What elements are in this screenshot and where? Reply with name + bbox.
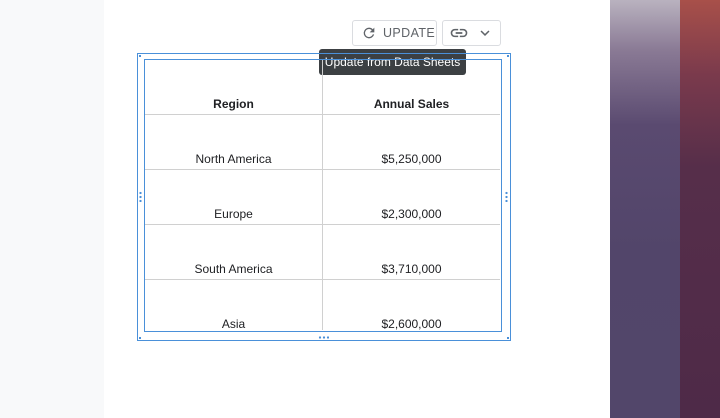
resize-handle-bottom-right[interactable] <box>507 337 509 339</box>
chevron-down-icon[interactable] <box>476 24 494 42</box>
update-button[interactable]: UPDATE <box>352 20 437 46</box>
table-cell-region[interactable]: South America <box>145 262 322 276</box>
link-options-button[interactable] <box>442 20 501 46</box>
table-cell-sales[interactable]: $2,600,000 <box>323 317 500 331</box>
row-divider <box>145 114 500 115</box>
link-icon <box>450 28 468 38</box>
refresh-icon <box>363 27 375 39</box>
row-divider <box>145 279 500 280</box>
table-cell-sales[interactable]: $2,300,000 <box>323 207 500 221</box>
resize-handle-right[interactable] <box>505 191 508 202</box>
table-cell-region[interactable]: North America <box>145 152 322 166</box>
resize-handle-bottom-left[interactable] <box>139 337 141 339</box>
row-divider <box>145 169 500 170</box>
table-cell-sales[interactable]: $5,250,000 <box>323 152 500 166</box>
background-panel <box>610 0 680 418</box>
column-header-annual-sales[interactable]: Annual Sales <box>323 97 500 111</box>
resize-handle-bottom[interactable] <box>318 336 329 339</box>
table-cell-sales[interactable]: $3,710,000 <box>323 262 500 276</box>
row-divider <box>145 224 500 225</box>
resize-handle-top-left[interactable] <box>139 55 141 57</box>
update-label: UPDATE <box>383 26 436 40</box>
table-cell-region[interactable]: Asia <box>145 317 322 331</box>
linked-table[interactable]: Region Annual Sales North America $5,250… <box>144 59 502 332</box>
background-panel-edge <box>680 0 720 418</box>
resize-handle-top-right[interactable] <box>507 55 509 57</box>
resize-handle-left[interactable] <box>139 191 142 202</box>
table-cell-region[interactable]: Europe <box>145 207 322 221</box>
column-header-region[interactable]: Region <box>145 97 322 111</box>
left-margin <box>0 0 104 418</box>
